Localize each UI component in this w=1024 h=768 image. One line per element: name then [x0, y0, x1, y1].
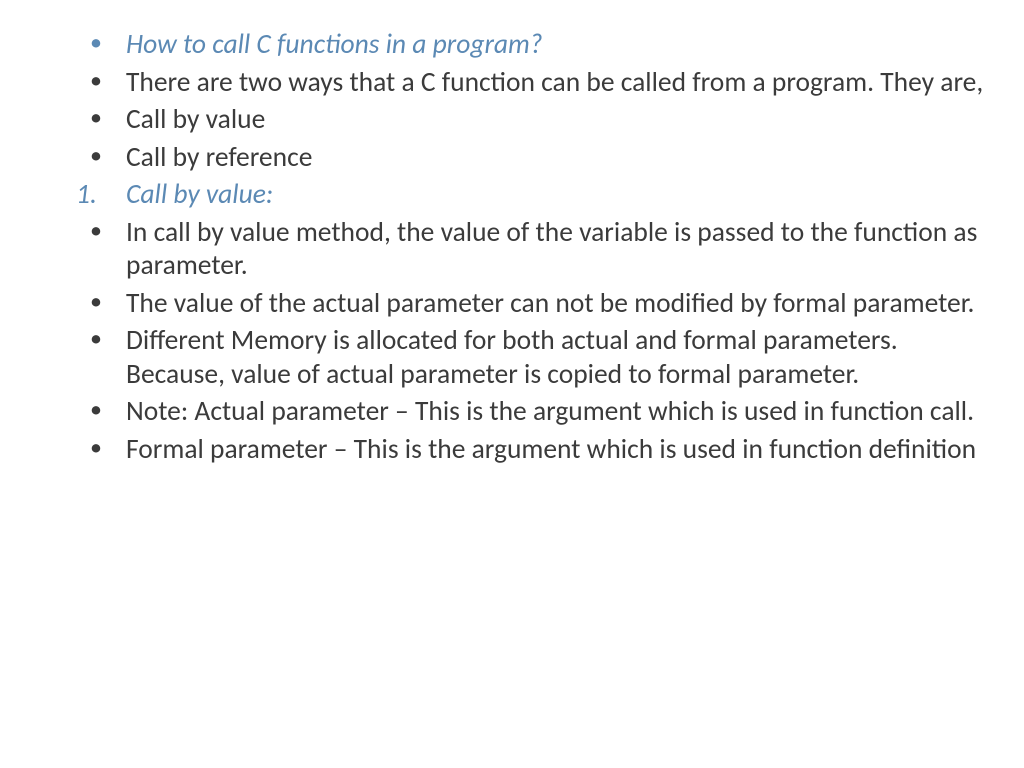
item-text: The value of the actual parameter can no…	[126, 287, 975, 320]
item-text: In call by value method, the value of th…	[126, 216, 977, 283]
list-item: Note: Actual parameter – This is the arg…	[98, 395, 984, 429]
list-item: How to call C functions in a program?	[98, 28, 984, 62]
list-item: Call by reference	[98, 141, 984, 175]
item-text: Call by value	[126, 103, 265, 136]
bullet-list: How to call C functions in a program? Th…	[30, 28, 984, 467]
item-text: Note: Actual parameter – This is the arg…	[126, 395, 974, 428]
list-item: In call by value method, the value of th…	[98, 216, 984, 283]
list-item-numbered: Call by value:	[98, 178, 984, 212]
slide: How to call C functions in a program? Th…	[0, 0, 1024, 768]
list-item: There are two ways that a C function can…	[98, 66, 984, 100]
list-item: Formal parameter – This is the argument …	[98, 433, 984, 467]
item-text: Call by value:	[126, 178, 273, 211]
item-text: There are two ways that a C function can…	[126, 66, 983, 99]
item-text: Formal parameter – This is the argument …	[126, 433, 976, 466]
item-text: Call by reference	[126, 141, 312, 174]
item-text: Different Memory is allocated for both a…	[126, 324, 898, 391]
list-item: Different Memory is allocated for both a…	[98, 324, 984, 391]
list-item: Call by value	[98, 103, 984, 137]
list-item: The value of the actual parameter can no…	[98, 287, 984, 321]
item-text: How to call C functions in a program?	[126, 28, 543, 61]
